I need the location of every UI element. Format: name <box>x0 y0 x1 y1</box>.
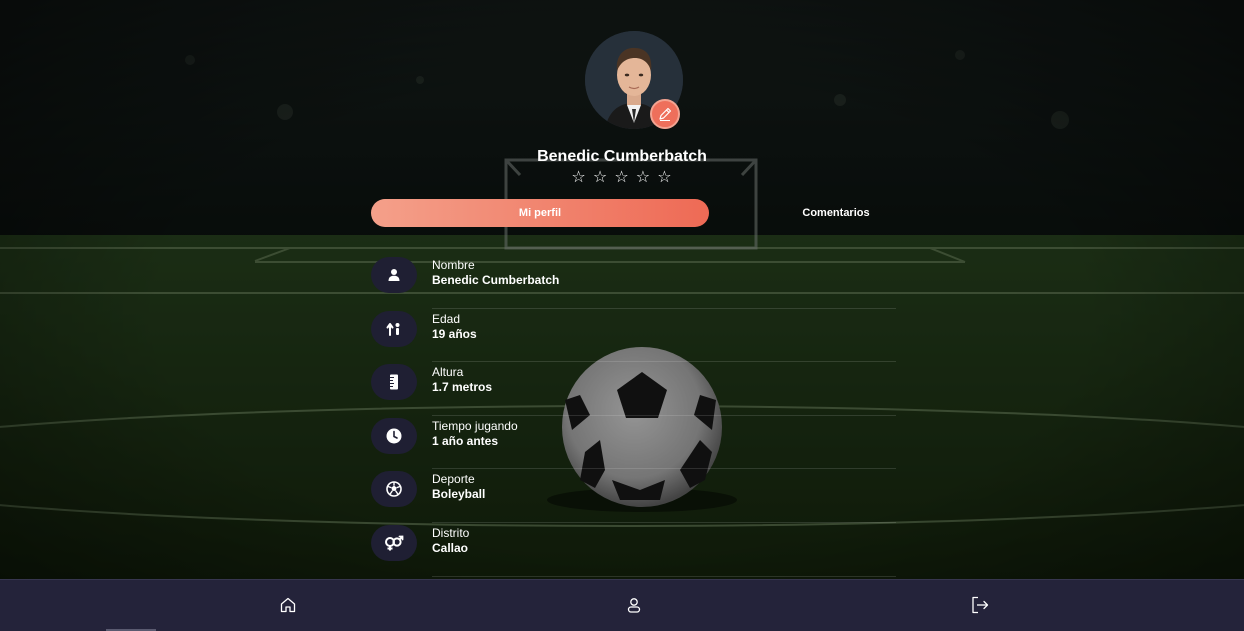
detail-text: Altura 1.7 metros <box>432 365 896 416</box>
detail-label: Tiempo jugando <box>432 418 518 433</box>
age-icon <box>386 322 400 336</box>
detail-label: Deporte <box>432 472 475 487</box>
ruler-icon <box>390 374 398 390</box>
nav-logout-button[interactable] <box>969 594 991 616</box>
detail-value: 1.7 metros <box>432 380 493 395</box>
logout-icon <box>972 596 989 614</box>
list-item: Edad 19 años <box>371 309 896 363</box>
ball-icon <box>386 481 402 498</box>
detail-value: 1 año antes <box>432 433 499 448</box>
detail-label: Distrito <box>432 525 470 540</box>
detail-text: Deporte Boleyball <box>432 472 896 523</box>
star-icon[interactable]: ☆ <box>571 167 587 187</box>
bottom-navigation <box>0 579 1244 631</box>
pencil-icon <box>659 107 672 121</box>
star-icon[interactable]: ☆ <box>614 167 630 187</box>
detail-label: Edad <box>432 311 461 326</box>
rating-stars[interactable]: ☆ ☆ ☆ ☆ ☆ <box>0 167 1244 187</box>
icon-badge <box>371 471 417 508</box>
detail-value: Callao <box>432 540 469 555</box>
nav-profile-button[interactable] <box>623 594 645 616</box>
tab-mi-perfil[interactable]: Mi perfil <box>371 199 709 227</box>
home-icon <box>280 597 296 613</box>
detail-text: Edad 19 años <box>432 312 896 363</box>
detail-label: Altura <box>432 365 464 380</box>
profile-details-list: Nombre Benedic Cumberbatch Edad 19 años <box>371 255 896 577</box>
profile-icon <box>627 598 641 613</box>
icon-badge <box>371 524 417 561</box>
list-item: Tiempo jugando 1 año antes <box>371 416 896 470</box>
icon-badge <box>371 364 417 401</box>
profile-name: Benedic Cumberbatch <box>537 148 707 165</box>
gender-icon <box>385 535 404 551</box>
detail-value: 19 años <box>432 326 477 341</box>
profile-content: Benedic Cumberbatch ☆ ☆ ☆ ☆ ☆ Mi perfil … <box>0 0 1244 631</box>
icon-badge <box>371 310 417 347</box>
star-icon[interactable]: ☆ <box>635 167 651 187</box>
detail-value: Benedic Cumberbatch <box>432 273 560 287</box>
detail-text: Tiempo jugando 1 año antes <box>432 419 896 470</box>
detail-value: Boleyball <box>432 487 486 502</box>
list-item: Distrito Callao <box>371 523 896 577</box>
icon-badge <box>371 417 417 454</box>
user-icon <box>388 269 400 281</box>
star-icon[interactable]: ☆ <box>593 167 609 187</box>
tab-comentarios[interactable]: Comentarios <box>709 199 963 227</box>
star-icon[interactable]: ☆ <box>657 167 673 187</box>
detail-text: Distrito Callao <box>432 526 896 577</box>
detail-text: Nombre Benedic Cumberbatch <box>432 258 896 309</box>
edit-avatar-button[interactable] <box>650 99 680 129</box>
detail-label: Nombre <box>432 258 475 272</box>
profile-page: Benedic Cumberbatch ☆ ☆ ☆ ☆ ☆ Mi perfil … <box>0 0 1244 631</box>
nav-home-button[interactable] <box>277 594 299 616</box>
avatar-container <box>585 31 683 129</box>
clock-icon <box>386 428 402 444</box>
icon-badge <box>371 257 417 293</box>
list-item: Nombre Benedic Cumberbatch <box>371 255 896 309</box>
list-item: Altura 1.7 metros <box>371 362 896 416</box>
list-item: Deporte Boleyball <box>371 469 896 523</box>
